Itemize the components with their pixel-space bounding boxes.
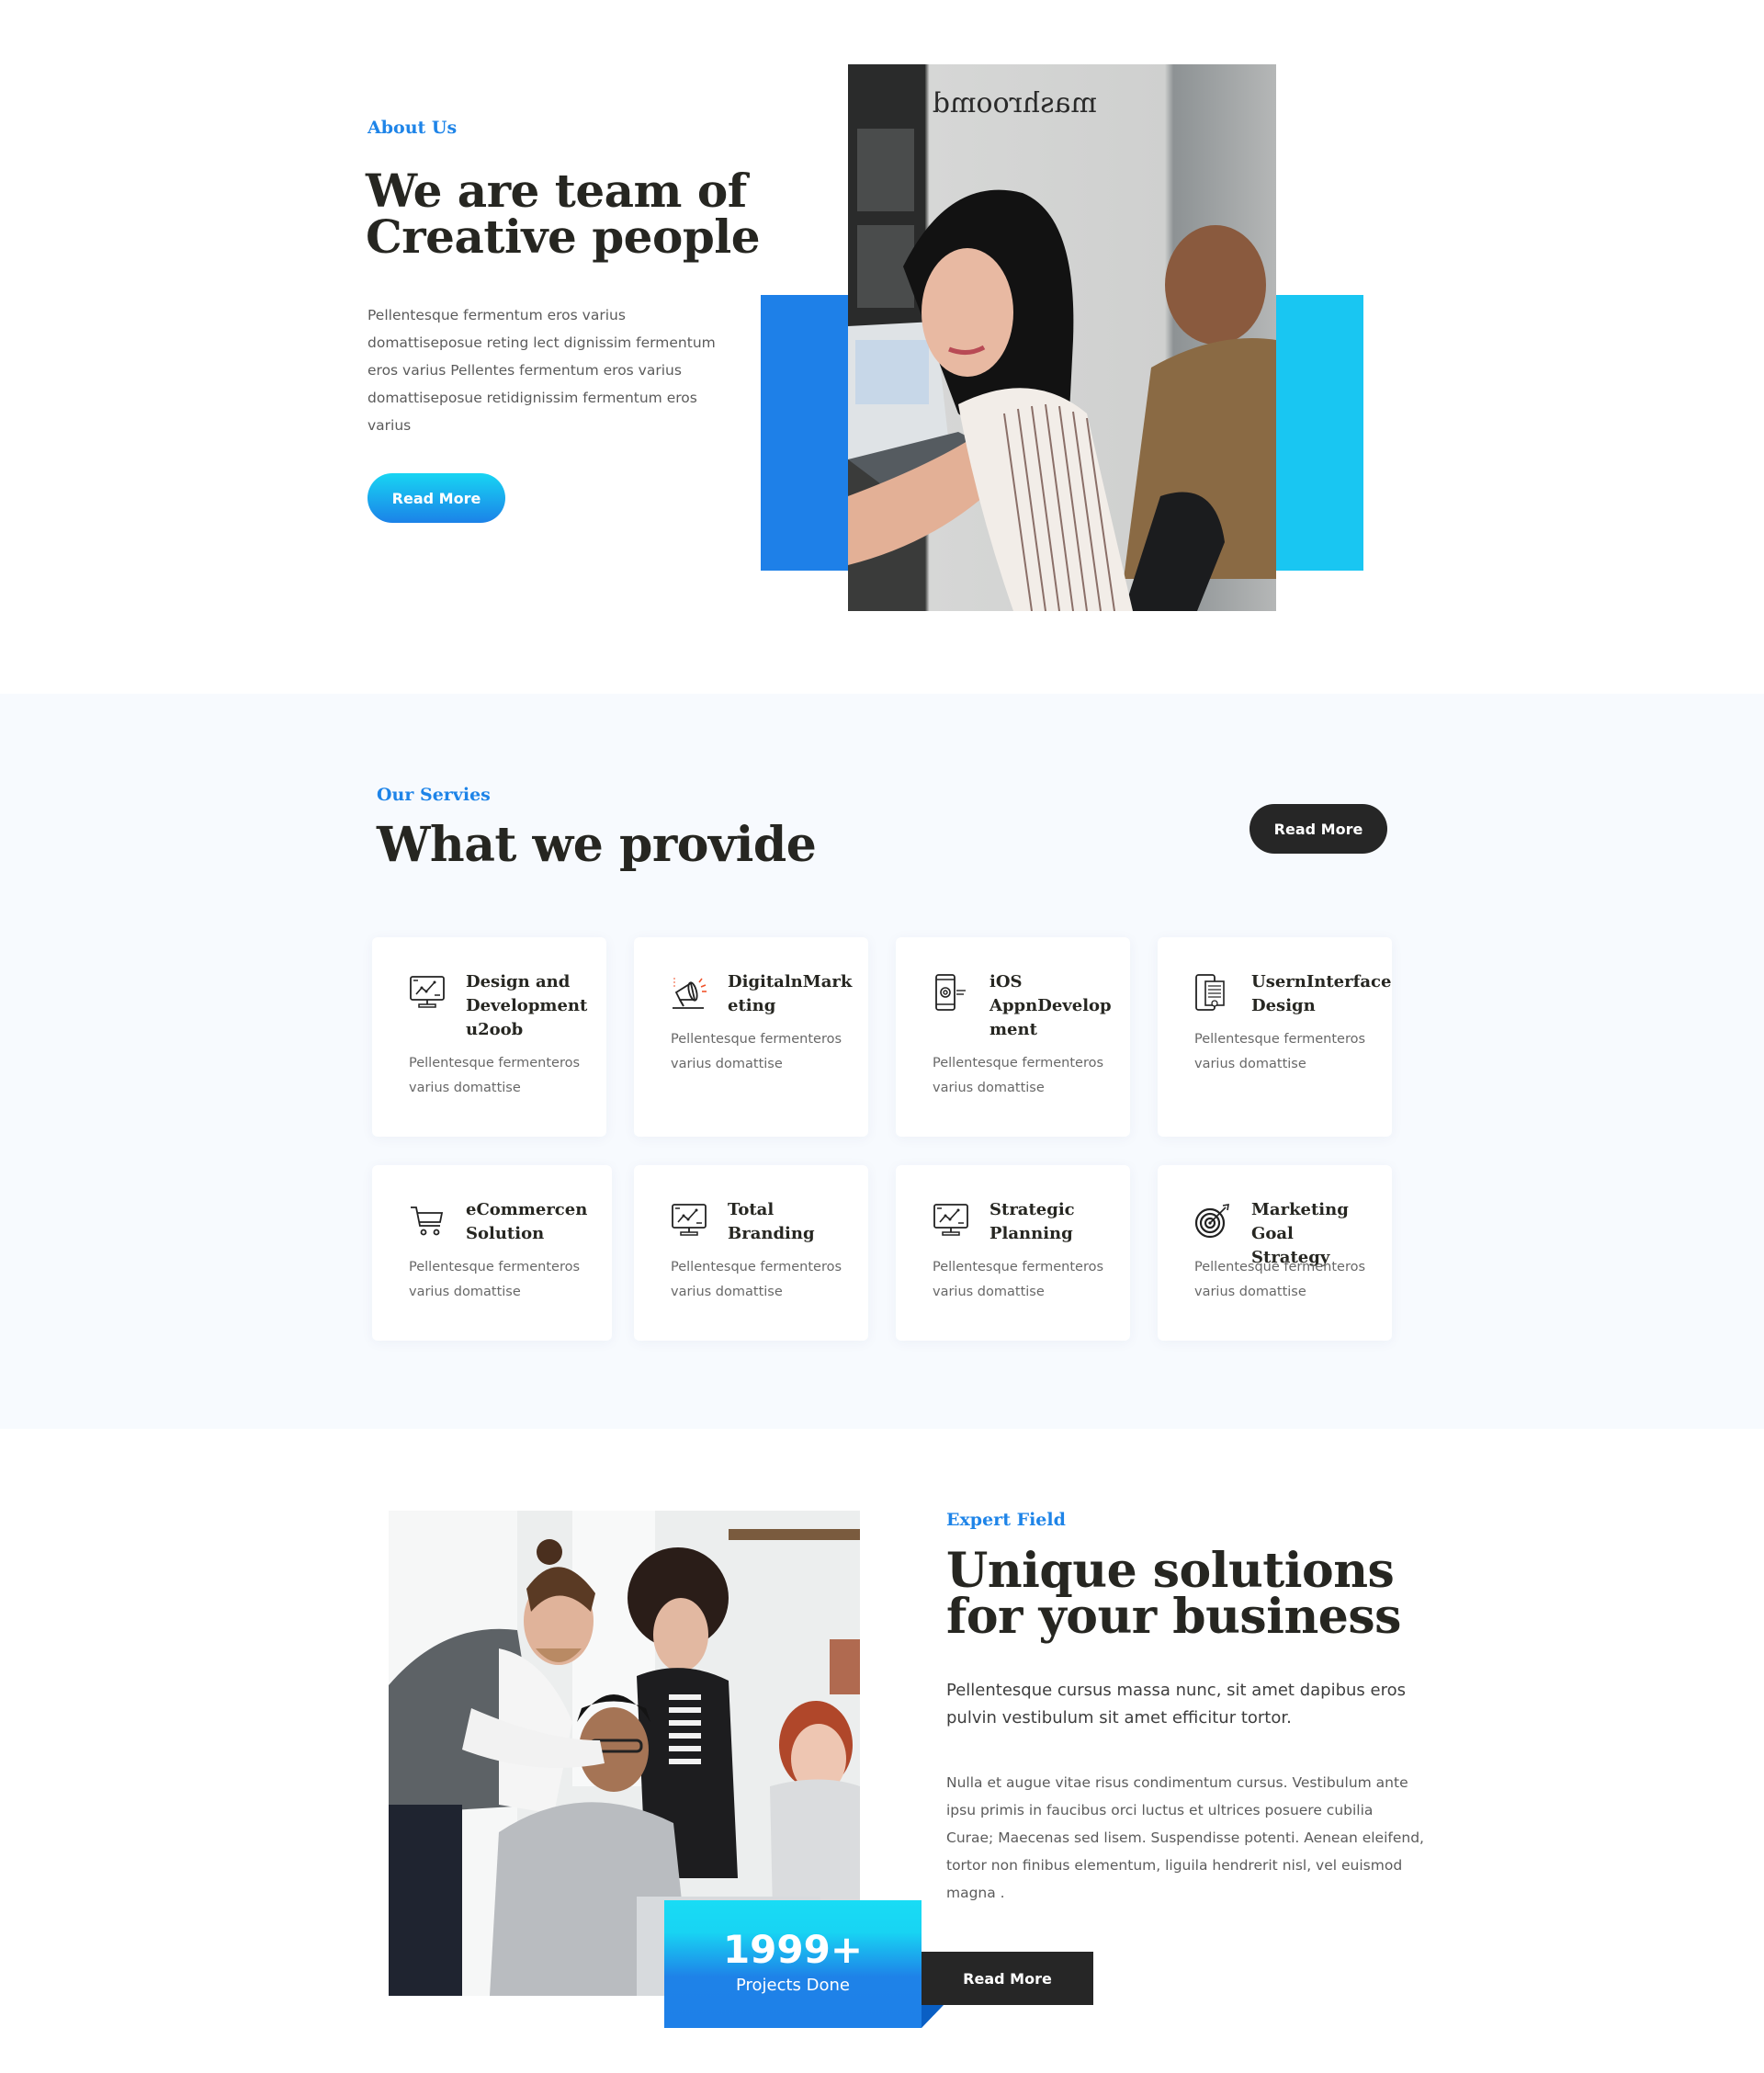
service-card-text: Pellentesque fermenteros varius domattis…	[671, 1260, 842, 1299]
stat-number: 1999+	[722, 1927, 864, 1972]
service-card[interactable]: DigitalnMark eting Pellentesque fermente…	[634, 937, 868, 1137]
shopping-cart-icon	[411, 1206, 444, 1236]
stat-label: Projects Done	[735, 1976, 851, 1995]
service-card-title: Strategic Planning	[989, 1200, 1075, 1243]
monitor-chart-icon	[672, 1204, 707, 1236]
projects-done-stat: 1999+ Projects Done	[664, 1900, 922, 2028]
expert-body-text: Nulla et augue vitae risus condimentum c…	[946, 1774, 1424, 1901]
service-card-text: Pellentesque fermenteros varius domattis…	[933, 1056, 1104, 1095]
service-card-text: Pellentesque fermenteros varius domattis…	[1194, 1032, 1366, 1071]
service-card-title: UsernInterface Design	[1251, 972, 1392, 1015]
service-card-text: Pellentesque fermenteros varius domattis…	[409, 1056, 581, 1095]
expert-lead-text: Pellentesque cursus massa nunc, sit amet…	[946, 1681, 1407, 1728]
service-card[interactable]: Total Branding Pellentesque fermenteros …	[634, 1165, 868, 1341]
about-photo-illustration: mashroomd	[848, 64, 1276, 611]
expert-title: Unique solutions for your business	[946, 1543, 1401, 1645]
service-card-title: DigitalnMark eting	[728, 972, 853, 1015]
services-read-more-button[interactable]: Read More	[1250, 804, 1387, 854]
about-title: We are team of Creative people	[366, 164, 761, 264]
service-card[interactable]: Strategic Planning Pellentesque fermente…	[896, 1165, 1130, 1341]
about-eyebrow: About Us	[368, 118, 458, 138]
decorative-blue-block	[761, 295, 849, 571]
service-card-text: Pellentesque fermenteros varius domattis…	[1194, 1260, 1366, 1299]
service-card-text: Pellentesque fermenteros varius domattis…	[671, 1032, 842, 1071]
svg-text:mashroomd: mashroomd	[933, 87, 1097, 119]
services-background	[0, 694, 1764, 1429]
decorative-cyan-block	[1275, 295, 1363, 571]
services-title: What we provide	[377, 817, 817, 873]
about-read-more-button[interactable]: Read More	[368, 473, 505, 523]
stat-fold-decoration	[922, 2005, 944, 2028]
about-team-photo: mashroomd	[848, 64, 1276, 611]
service-card-title: Design and Development u2oob	[466, 972, 588, 1039]
target-icon	[1194, 1204, 1229, 1239]
service-card[interactable]: Design and Development u2oob Pellentesqu…	[372, 937, 606, 1137]
megaphone-icon	[673, 978, 707, 1009]
mobile-gear-icon	[935, 974, 966, 1011]
service-card[interactable]: eCommercen Solution Pellentesque ferment…	[372, 1165, 612, 1341]
service-card-text: Pellentesque fermenteros varius domattis…	[933, 1260, 1104, 1299]
service-card-title: eCommercen Solution	[466, 1200, 588, 1243]
expert-read-more-button[interactable]: Read More	[922, 1952, 1093, 2005]
expert-eyebrow: Expert Field	[946, 1510, 1066, 1530]
mobile-ui-icon	[1195, 974, 1225, 1011]
service-card-title: Total Branding	[728, 1200, 815, 1243]
service-card[interactable]: iOS AppnDevelop ment Pellentesque fermen…	[896, 937, 1130, 1137]
service-card[interactable]: Marketing Goal Strategy Pellentesque fer…	[1158, 1165, 1392, 1341]
monitor-chart-icon	[933, 1204, 968, 1236]
service-card-title: iOS AppnDevelop ment	[989, 972, 1112, 1039]
about-text: Pellentesque fermentum eros varius domat…	[368, 307, 716, 434]
service-card-text: Pellentesque fermenteros varius domattis…	[409, 1260, 581, 1299]
monitor-chart-icon	[410, 976, 445, 1008]
service-card[interactable]: UsernInterface Design Pellentesque ferme…	[1158, 937, 1392, 1137]
services-eyebrow: Our Servies	[377, 785, 491, 805]
